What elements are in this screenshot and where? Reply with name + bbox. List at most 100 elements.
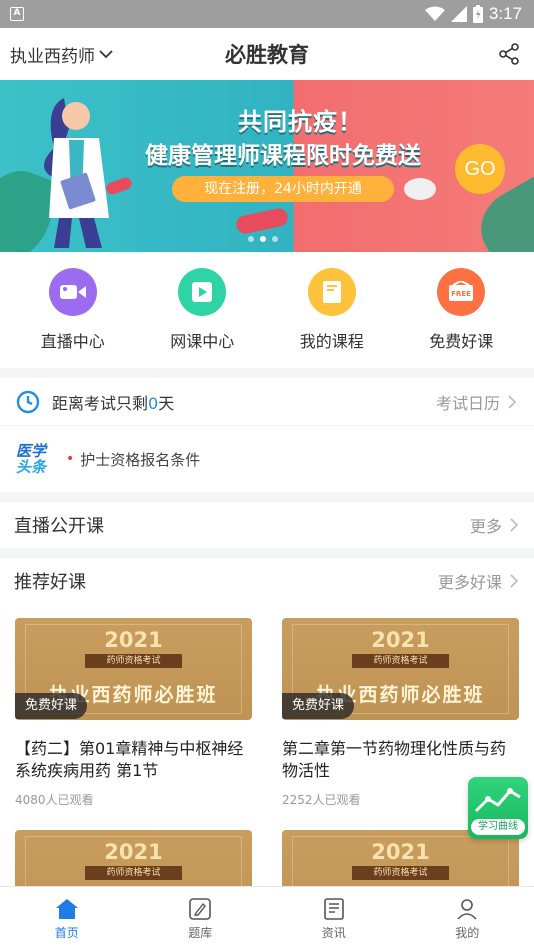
tab-home[interactable]: 首页 — [0, 887, 134, 950]
recommend-section-title: 推荐好课 — [14, 572, 86, 593]
svg-text:FREE: FREE — [451, 290, 471, 298]
status-left: A — [10, 7, 24, 21]
pill-decoration — [106, 177, 132, 195]
notification-icon: A — [10, 7, 24, 21]
tab-question-bank[interactable]: 题库 — [134, 887, 268, 950]
book-icon — [307, 268, 356, 316]
learning-curve-label: 学习曲线 — [471, 819, 525, 835]
bullet-icon: • — [66, 451, 75, 467]
chevron-right-icon — [508, 394, 516, 409]
status-time: 3:17 — [488, 4, 522, 23]
play-icon — [178, 268, 227, 316]
news-headline[interactable]: 护士资格报名条件 — [80, 449, 200, 470]
info-card: 距离考试只剩0天 考试日历 医学 头条 • 护士资格报名条件 — [0, 378, 534, 492]
live-section-title: 直播公开课 — [14, 516, 104, 537]
doctor-illustration — [44, 98, 109, 248]
countdown-suffix: 天 — [158, 393, 175, 413]
course-year: 2021 — [104, 628, 163, 652]
medical-headlines-logo: 医学 头条 — [16, 443, 56, 475]
exam-selector[interactable]: 执业西药师 — [10, 42, 113, 67]
live-more-link[interactable]: 更多 — [470, 513, 518, 537]
quick-menu-label: 网课中心 — [170, 332, 235, 351]
course-year: 2021 — [371, 840, 430, 864]
banner-go-button[interactable]: GO — [455, 144, 505, 194]
quick-menu-free-courses[interactable]: FREE 免费好课 — [406, 268, 516, 352]
course-ribbon: 药师资格考试 — [85, 866, 182, 880]
course-title[interactable]: 【药二】第01章精神与中枢神经系统疾病用药 第1节 — [15, 738, 252, 782]
banner-subheadline: 健康管理师课程限时免费送 — [145, 143, 421, 169]
pill-decoration — [236, 208, 288, 234]
news-icon — [323, 897, 344, 920]
course-card[interactable]: 2021 药师资格考试 执业西药师必胜班 免费好课 第二章第一节药物理化性质与药… — [282, 618, 519, 924]
free-tag-icon: FREE — [437, 268, 486, 316]
exam-calendar-link[interactable]: 考试日历 — [436, 390, 516, 414]
banner-headline: 共同抗疫！ — [238, 108, 363, 136]
free-badge: 免费好课 — [282, 693, 355, 719]
course-grid: 2021 药师资格考试 执业西药师必胜班 免费好课 【药二】第01章精神与中枢神… — [0, 604, 534, 924]
logo-line1: 医学 — [16, 442, 47, 460]
pill-decoration — [404, 178, 436, 200]
tab-label: 资讯 — [321, 925, 346, 940]
question-bank-icon — [189, 897, 212, 920]
app-root: A 3:17 执业西药师 必胜教育 共同抗疫！ 健康管理师课程限时免费送 现在注… — [0, 0, 534, 950]
carousel-dot[interactable] — [272, 236, 278, 242]
learning-curve-widget[interactable]: 学习曲线 — [468, 777, 528, 839]
course-year: 2021 — [104, 840, 163, 864]
quick-menu-online-course[interactable]: 网课中心 — [147, 268, 257, 352]
chevron-right-icon — [510, 518, 518, 532]
logo-line2: 头条 — [16, 458, 47, 476]
course-card[interactable]: 2021 药师资格考试 执业西药师必胜班 免费好课 【药二】第01章精神与中枢神… — [15, 618, 252, 924]
signal-icon — [450, 6, 467, 22]
course-year: 2021 — [371, 628, 430, 652]
recommend-section-header: 推荐好课 更多好课 — [0, 558, 534, 604]
promo-banner[interactable]: 共同抗疫！ 健康管理师课程限时免费送 现在注册，24小时内开通 GO — [0, 80, 534, 252]
carousel-dot[interactable] — [248, 236, 254, 242]
news-headline-row[interactable]: 医学 头条 • 护士资格报名条件 — [0, 426, 534, 492]
recommend-more-link[interactable]: 更多好课 — [438, 569, 518, 593]
free-badge: 免费好课 — [15, 693, 88, 719]
exam-selector-label: 执业西药师 — [10, 46, 95, 67]
wifi-icon — [424, 6, 445, 21]
course-ribbon: 药师资格考试 — [352, 654, 449, 668]
live-section-header: 直播公开课 更多 — [0, 502, 534, 548]
exam-countdown-row[interactable]: 距离考试只剩0天 考试日历 — [0, 378, 534, 426]
quick-menu: 直播中心 网课中心 我的课程 FREE 免费好课 — [0, 252, 534, 368]
status-bar: A 3:17 — [0, 0, 534, 28]
course-ribbon: 药师资格考试 — [352, 866, 449, 880]
chevron-down-icon — [99, 50, 113, 59]
page-title: 必胜教育 — [225, 43, 309, 67]
video-camera-icon — [48, 268, 97, 316]
live-more-label: 更多 — [469, 517, 502, 536]
tab-news[interactable]: 资讯 — [267, 887, 401, 950]
course-thumbnail[interactable]: 2021 药师资格考试 执业西药师必胜班 免费好课 — [15, 618, 252, 720]
carousel-dot[interactable] — [260, 236, 266, 242]
exam-calendar-label: 考试日历 — [435, 393, 500, 413]
tab-profile[interactable]: 我的 — [401, 887, 534, 950]
home-icon — [55, 898, 78, 919]
status-right: 3:17 — [424, 4, 522, 24]
profile-icon — [457, 898, 477, 920]
quick-menu-live[interactable]: 直播中心 — [18, 268, 128, 352]
tab-label: 题库 — [188, 925, 213, 940]
chevron-right-icon — [510, 574, 518, 588]
quick-menu-my-courses[interactable]: 我的课程 — [277, 268, 387, 352]
countdown-prefix: 距离考试只剩 — [52, 393, 149, 413]
course-title[interactable]: 第二章第一节药物理化性质与药物活性 — [282, 738, 519, 782]
course-thumbnail[interactable]: 2021 药师资格考试 执业西药师必胜班 免费好课 — [282, 618, 519, 720]
tab-label: 我的 — [455, 925, 480, 940]
chart-line-icon — [474, 788, 521, 813]
course-ribbon: 药师资格考试 — [85, 654, 182, 668]
share-icon[interactable] — [498, 43, 520, 65]
battery-icon — [472, 5, 483, 23]
exam-countdown-text: 距离考试只剩0天 — [52, 390, 174, 414]
quick-menu-label: 直播中心 — [40, 332, 105, 351]
carousel-dots — [248, 236, 278, 242]
quick-menu-label: 我的课程 — [299, 332, 364, 351]
tab-label: 首页 — [54, 925, 79, 940]
quick-menu-label: 免费好课 — [429, 332, 494, 351]
clock-icon — [16, 390, 40, 413]
course-views: 4080人已观看 — [15, 793, 94, 807]
countdown-days: 0 — [148, 393, 159, 413]
app-header: 执业西药师 必胜教育 — [0, 28, 534, 80]
bottom-nav: 首页 题库 资讯 我的 — [0, 886, 534, 950]
